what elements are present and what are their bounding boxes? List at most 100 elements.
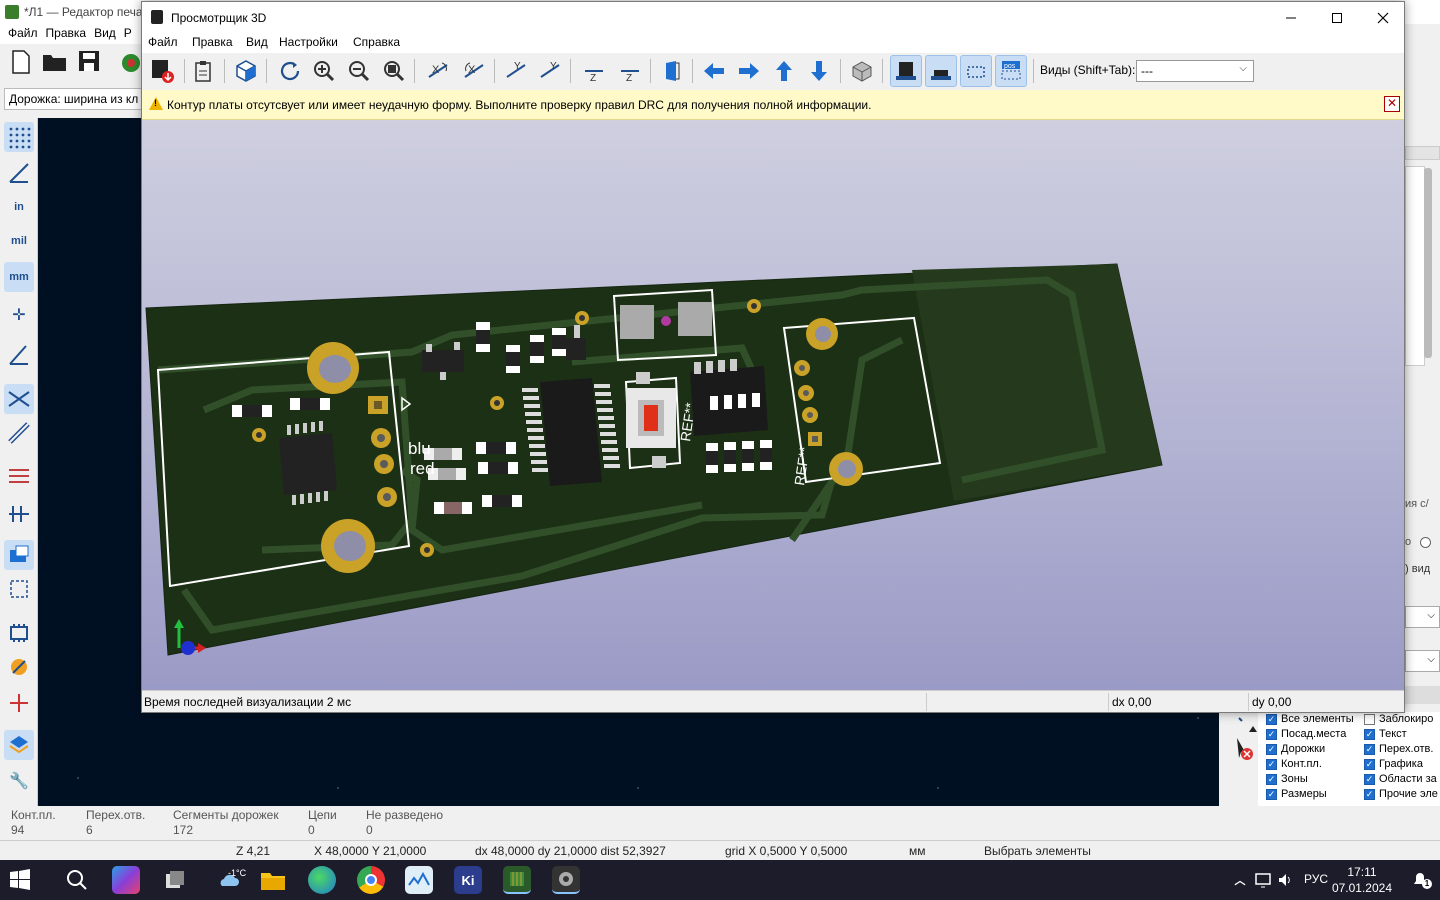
rotate-x-cw-icon[interactable]: X [422, 55, 454, 87]
pcb-editor-taskbar-icon[interactable] [503, 866, 531, 894]
flip-board-icon[interactable] [656, 55, 688, 87]
menu-edit[interactable]: Правка [192, 35, 233, 49]
units-mm-icon[interactable]: mm [4, 262, 34, 292]
open-folder-icon[interactable] [42, 52, 68, 72]
board-setup-icon[interactable] [120, 52, 142, 74]
filter-zones[interactable]: ✓ Зоны [1266, 773, 1308, 785]
filter-rule-areas[interactable]: ✓ Области за [1364, 773, 1437, 785]
notifications-icon[interactable]: 1 [1406, 866, 1434, 894]
move-left-icon[interactable] [698, 55, 730, 87]
move-down-icon[interactable] [803, 55, 835, 87]
polar-coords-icon[interactable] [4, 158, 34, 188]
tools-icon[interactable]: 🔧 [4, 766, 34, 796]
filter-all-items[interactable]: ✓ Все элементы [1266, 713, 1354, 725]
rotate-y-cw-icon[interactable]: Y [500, 55, 532, 87]
pcb-menu-view[interactable]: Вид [94, 26, 116, 40]
origin-icon[interactable] [4, 688, 34, 718]
rotate-z-ccw-icon[interactable]: Z [614, 55, 646, 87]
filter-text[interactable]: ✓ Текст [1364, 728, 1407, 740]
toggle-tht-icon[interactable] [890, 55, 922, 87]
views-label: Виды (Shift+Tab): [1040, 63, 1136, 77]
track-width-select[interactable]: Дорожка: ширина из кл [4, 88, 144, 110]
radio-button[interactable] [1420, 537, 1431, 548]
zoom-in-icon[interactable] [308, 55, 340, 87]
filter-footprints[interactable]: ✓ Посад.места [1266, 728, 1346, 740]
net-colors-icon[interactable] [4, 496, 34, 526]
angle-icon[interactable] [4, 340, 34, 370]
start-button[interactable] [6, 866, 34, 894]
move-right-icon[interactable] [733, 55, 765, 87]
filter-other[interactable]: ✓ Прочие эле [1364, 788, 1438, 800]
units-inch-icon[interactable]: in [4, 192, 34, 222]
stat-vias: Перех.отв. 6 [86, 808, 146, 837]
pcb-menu-file[interactable]: Файл [8, 26, 38, 40]
monitor-app-icon[interactable] [405, 866, 433, 894]
system-clock[interactable]: 17:11 07.01.2024 [1332, 864, 1392, 896]
move-up-icon[interactable] [768, 55, 800, 87]
maximize-button[interactable] [1314, 2, 1360, 33]
reload-board-icon[interactable] [274, 55, 306, 87]
pcb-menu-edit[interactable]: Правка [46, 26, 87, 40]
new-file-icon[interactable] [10, 50, 32, 74]
panel-dropdown-2[interactable]: ⌵ [1405, 650, 1440, 672]
ratsnest-icon[interactable] [4, 384, 34, 414]
save-icon[interactable] [78, 50, 100, 72]
chrome-browser-icon[interactable] [357, 866, 385, 894]
file-explorer-icon[interactable] [259, 866, 287, 894]
filter-locked[interactable]: Заблокиро [1364, 713, 1433, 725]
filter-pads[interactable]: ✓ Конт.пл. [1266, 758, 1322, 770]
pcb-menu-more[interactable]: Р [124, 26, 132, 40]
3d-render-canvas[interactable]: blu red REF** REF** [142, 120, 1404, 690]
scrollbar-thumb[interactable] [1424, 168, 1432, 358]
menu-view[interactable]: Вид [246, 35, 268, 49]
high-contrast-icon[interactable] [4, 460, 34, 490]
copy-to-clipboard-icon[interactable] [188, 55, 220, 87]
close-button[interactable] [1360, 2, 1406, 33]
menu-file[interactable]: Файл [148, 35, 178, 49]
select-area-icon[interactable] [4, 574, 34, 604]
search-icon[interactable] [63, 866, 91, 894]
task-view-icon[interactable] [161, 866, 189, 894]
track-outline-icon[interactable] [4, 418, 34, 448]
units-mil-icon[interactable]: mil [4, 226, 34, 256]
pcb-3d-model: blu red REF** REF** [145, 263, 1163, 656]
weather-widget[interactable]: -1°C [208, 866, 248, 894]
render-mode-icon[interactable] [230, 55, 262, 87]
menu-settings[interactable]: Настройки [279, 35, 338, 49]
toggle-pos-file-icon[interactable]: pos [995, 55, 1027, 87]
selection-filter-icon[interactable] [1227, 716, 1257, 766]
appearance-icon[interactable] [4, 730, 34, 760]
warning-close-button[interactable]: ✕ [1384, 96, 1400, 112]
toggle-virtual-icon[interactable] [960, 55, 992, 87]
input-language[interactable]: РУС [1304, 872, 1328, 886]
footprint-icon[interactable] [4, 618, 34, 648]
filter-vias[interactable]: ✓ Перех.отв. [1364, 743, 1433, 755]
edge-browser-icon[interactable] [308, 866, 336, 894]
rotate-z-cw-icon[interactable]: Z [578, 55, 610, 87]
filter-dimensions[interactable]: ✓ Размеры [1266, 788, 1327, 800]
export-image-icon[interactable] [146, 55, 178, 87]
panel-tab[interactable] [1405, 146, 1440, 160]
svg-text:X: X [432, 64, 440, 76]
layers-manager-icon[interactable] [4, 540, 34, 570]
svg-text:Z: Z [626, 73, 632, 83]
filter-graphics[interactable]: ✓ Графика [1364, 758, 1423, 770]
views-select[interactable]: --- ⌵ [1136, 60, 1254, 82]
measure-icon[interactable] [4, 652, 34, 682]
menu-help[interactable]: Справка [353, 35, 400, 49]
copilot-icon[interactable] [112, 866, 140, 894]
kicad-icon[interactable]: Ki [454, 866, 482, 894]
toggle-smd-icon[interactable] [925, 55, 957, 87]
filter-tracks[interactable]: ✓ Дорожки [1266, 743, 1325, 755]
zoom-fit-icon[interactable] [378, 55, 410, 87]
minimize-button[interactable] [1268, 2, 1314, 33]
rotate-y-ccw-icon[interactable]: Y [534, 55, 566, 87]
rotate-x-ccw-icon[interactable]: X [458, 55, 490, 87]
cursor-crosshair-icon[interactable]: ✛ [4, 300, 34, 330]
grid-toggle-icon[interactable] [4, 122, 34, 152]
panel-dropdown-1[interactable]: ⌵ [1405, 606, 1440, 628]
zoom-out-icon[interactable] [343, 55, 375, 87]
3d-viewer-taskbar-icon[interactable] [552, 866, 580, 894]
ortho-view-icon[interactable] [846, 55, 878, 87]
volume-icon[interactable] [1272, 866, 1300, 894]
